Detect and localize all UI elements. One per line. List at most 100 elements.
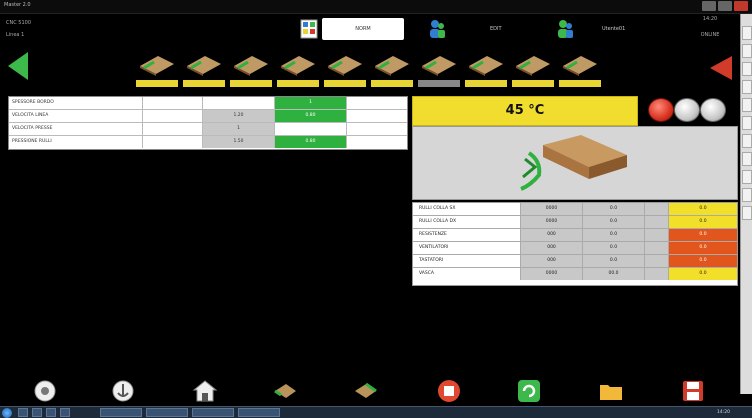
- user-label: Utente01: [602, 26, 626, 32]
- status-value[interactable]: 0.0: [669, 268, 737, 280]
- taskbar-window[interactable]: [100, 408, 142, 417]
- panel-right-icon[interactable]: [352, 378, 378, 404]
- taskbar-window[interactable]: [146, 408, 188, 417]
- stop-icon[interactable]: [436, 378, 462, 404]
- table-row: VELOCITA PRESSE 1: [9, 123, 407, 136]
- gray-indicator-icon[interactable]: [700, 98, 726, 122]
- status-info: 14:20 ONLINE: [690, 16, 730, 38]
- status-value[interactable]: 0.0: [669, 229, 737, 241]
- status-value[interactable]: 0.0: [669, 203, 737, 215]
- panel-left-icon[interactable]: [272, 378, 298, 404]
- home-icon[interactable]: [192, 378, 218, 404]
- machine-name: CNC 5100: [6, 20, 32, 26]
- side-tool-button[interactable]: [742, 80, 752, 94]
- side-tool-button[interactable]: [742, 152, 752, 166]
- status-label: TASTATORI: [413, 255, 521, 267]
- unit-status-bar: [512, 80, 554, 87]
- status-cell: 0000: [521, 268, 583, 280]
- save-icon[interactable]: [680, 378, 706, 404]
- table-row: RESISTENZE 000 0.0 0.0: [413, 229, 737, 242]
- side-tool-button[interactable]: [742, 26, 752, 40]
- start-icon[interactable]: [2, 408, 12, 418]
- taskbar-window[interactable]: [238, 408, 280, 417]
- param-value[interactable]: 0.80: [275, 110, 347, 122]
- mode-display[interactable]: NORM: [322, 18, 404, 40]
- param-value[interactable]: 0.80: [275, 136, 347, 148]
- side-tool-button[interactable]: [742, 44, 752, 58]
- unit-status-bar: [277, 80, 319, 87]
- taskbar-app-icon[interactable]: [60, 408, 70, 417]
- connection-status: ONLINE: [700, 32, 720, 38]
- window-controls: [702, 1, 748, 11]
- side-tool-button[interactable]: [742, 206, 752, 220]
- param-cell: [203, 97, 275, 109]
- red-indicator-icon[interactable]: [648, 98, 674, 122]
- param-cell: [143, 123, 203, 135]
- header-time: 14:20: [702, 16, 718, 22]
- side-tool-button[interactable]: [742, 62, 752, 76]
- indicator-lights: [648, 96, 730, 124]
- header-bar: CNC 5100 Linea 1 NORM EDIT Utente01 14:2…: [0, 14, 752, 46]
- edgebander-unit-icon: [328, 56, 362, 76]
- taskbar-app-icon[interactable]: [18, 408, 28, 417]
- next-arrow-icon[interactable]: [710, 56, 732, 80]
- machine-unit-item[interactable]: [275, 50, 321, 92]
- settings-icon[interactable]: [32, 378, 58, 404]
- taskbar-app-icon[interactable]: [32, 408, 42, 417]
- side-tool-button[interactable]: [742, 188, 752, 202]
- machine-unit-item[interactable]: [134, 50, 180, 92]
- side-tool-button[interactable]: [742, 134, 752, 148]
- edgebander-unit-icon: [234, 56, 268, 76]
- edgebander-unit-icon: [140, 56, 174, 76]
- taskbar-app-icon[interactable]: [46, 408, 56, 417]
- status-value[interactable]: 0.0: [669, 216, 737, 228]
- unit-status-bar: [324, 80, 366, 87]
- mode-icon[interactable]: [300, 18, 318, 40]
- refresh-icon[interactable]: [516, 378, 542, 404]
- status-cell: 000: [521, 242, 583, 254]
- side-tool-button[interactable]: [742, 170, 752, 184]
- machine-unit-item[interactable]: [557, 50, 603, 92]
- operator-icon[interactable]: [428, 18, 446, 40]
- param-cell: [347, 136, 407, 148]
- param-cell: [143, 136, 203, 148]
- folder-icon[interactable]: [598, 378, 624, 404]
- previous-arrow-icon[interactable]: [8, 52, 28, 80]
- status-cell: 0000: [521, 203, 583, 215]
- param-label: SPESSORE BORDO: [9, 97, 143, 109]
- status-value[interactable]: 0.0: [669, 242, 737, 254]
- machine-unit-item[interactable]: [416, 50, 462, 92]
- taskbar-window[interactable]: [192, 408, 234, 417]
- param-setpoint[interactable]: 1: [203, 123, 275, 135]
- unit-preview-panel: [412, 126, 738, 200]
- close-button[interactable]: [734, 1, 748, 11]
- status-value[interactable]: 0.0: [669, 255, 737, 267]
- table-row: VENTILATORI 000 0.0 0.0: [413, 242, 737, 255]
- table-row: PRESSIONE RULLI 1.50 0.80: [9, 136, 407, 149]
- param-setpoint[interactable]: 1.50: [203, 136, 275, 148]
- maximize-button[interactable]: [718, 1, 732, 11]
- line-name: Linea 1: [6, 32, 25, 38]
- param-value[interactable]: [275, 123, 347, 135]
- machine-unit-item[interactable]: [463, 50, 509, 92]
- status-label: VENTILATORI: [413, 242, 521, 254]
- machine-unit-item[interactable]: [322, 50, 368, 92]
- param-setpoint[interactable]: 1.20: [203, 110, 275, 122]
- unit-status-bar: [136, 80, 178, 87]
- status-label: RESISTENZE: [413, 229, 521, 241]
- status-label: RULLI COLLA DX: [413, 216, 521, 228]
- machine-unit-item[interactable]: [510, 50, 556, 92]
- status-cell: 0000: [521, 216, 583, 228]
- machine-unit-item[interactable]: [228, 50, 274, 92]
- machine-unit-item[interactable]: [369, 50, 415, 92]
- side-tool-button[interactable]: [742, 98, 752, 112]
- side-tool-button[interactable]: [742, 116, 752, 130]
- edgebander-unit-icon: [563, 56, 597, 76]
- minimize-button[interactable]: [702, 1, 716, 11]
- gray-indicator-icon[interactable]: [674, 98, 700, 122]
- users-icon[interactable]: [556, 18, 574, 40]
- param-value[interactable]: 1: [275, 97, 347, 109]
- machine-unit-item[interactable]: [181, 50, 227, 92]
- status-cell: 0.0: [583, 203, 645, 215]
- anchor-icon[interactable]: [110, 378, 136, 404]
